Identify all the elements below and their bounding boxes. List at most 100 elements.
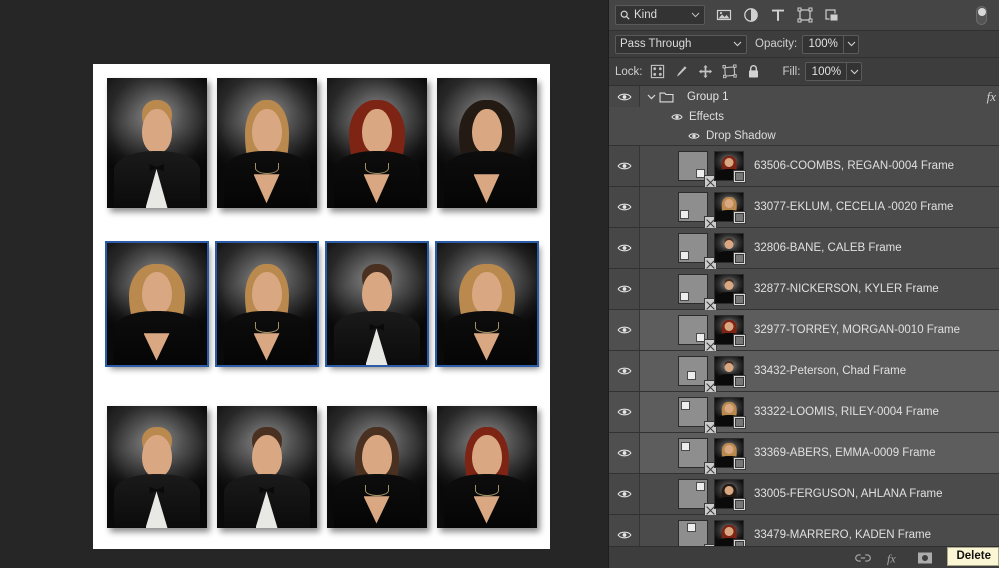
portrait-photo[interactable] [104, 241, 209, 367]
lock-image-icon[interactable] [674, 64, 689, 79]
layer-visibility-toggle[interactable] [609, 351, 640, 391]
layer-visibility-toggle[interactable] [609, 187, 640, 227]
frame-placeholder-thumbnail[interactable] [678, 356, 717, 393]
layer-visibility-toggle[interactable] [609, 146, 640, 186]
thumb-face [724, 444, 734, 455]
portrait-thumbnail[interactable] [714, 274, 746, 306]
lock-row: Lock: Fill: 100% [609, 58, 999, 86]
portrait-photo[interactable] [106, 78, 207, 208]
frame-placeholder-thumbnail[interactable] [678, 520, 717, 546]
eye-icon[interactable] [688, 132, 700, 140]
layer-name[interactable]: 33432-Peterson, Chad Frame [754, 365, 906, 377]
portrait-thumbnail[interactable] [714, 192, 746, 224]
document-page[interactable] [93, 64, 550, 549]
portrait-thumbnail[interactable] [714, 356, 746, 388]
layer-name[interactable]: 33005-FERGUSON, AHLANA Frame [754, 488, 943, 500]
frame-placeholder-thumbnail[interactable] [678, 438, 717, 475]
layer-visibility-toggle[interactable] [609, 392, 640, 432]
layer-name[interactable]: 63506-COOMBS, REGAN-0004 Frame [754, 160, 954, 172]
portrait-photo[interactable] [214, 241, 319, 367]
lock-all-icon[interactable] [746, 64, 761, 79]
layer-row[interactable]: 32806-BANE, CALEB Frame [609, 228, 999, 270]
layer-row[interactable]: 63506-COOMBS, REGAN-0004 Frame [609, 146, 999, 188]
layer-visibility-toggle[interactable] [609, 269, 640, 309]
portrait-photo[interactable] [106, 406, 207, 528]
canvas-area[interactable] [0, 0, 608, 568]
opacity-value[interactable]: 100% [803, 38, 843, 50]
layer-style-fx-icon[interactable]: fx [886, 551, 902, 565]
filter-enable-toggle[interactable] [976, 6, 987, 25]
portrait-photo[interactable] [434, 241, 539, 367]
layer-row[interactable]: 33322-LOOMIS, RILEY-0004 Frame [609, 392, 999, 434]
fill-value[interactable]: 100% [806, 66, 846, 78]
frame-placeholder-thumbnail[interactable] [678, 315, 717, 352]
filter-smart-object-icon[interactable] [824, 7, 840, 23]
layer-group-row[interactable]: Group 1 fx [609, 86, 999, 107]
frame-placeholder-thumbnail[interactable] [678, 479, 717, 516]
lock-artboard-icon[interactable] [721, 64, 737, 79]
filter-type-icon[interactable] [770, 7, 786, 23]
layer-row[interactable]: 33369-ABERS, EMMA-0009 Frame [609, 433, 999, 475]
opacity-stepper[interactable] [843, 35, 858, 53]
layer-name[interactable]: 32977-TORREY, MORGAN-0010 Frame [754, 324, 960, 336]
eye-icon [616, 285, 632, 293]
opacity-field[interactable]: 100% [802, 34, 860, 54]
layer-name[interactable]: 32806-BANE, CALEB Frame [754, 242, 902, 254]
layer-name[interactable]: 33479-MARRERO, KADEN Frame [754, 529, 931, 541]
layer-row[interactable]: 33479-MARRERO, KADEN Frame [609, 515, 999, 546]
portrait-photo[interactable] [326, 406, 427, 528]
filter-pixel-icon[interactable] [716, 7, 732, 23]
portrait-thumbnail[interactable] [714, 233, 746, 265]
portrait-photo[interactable] [436, 406, 537, 528]
portrait-thumbnail[interactable] [714, 151, 746, 183]
fill-field[interactable]: 100% [805, 62, 863, 81]
portrait-photo[interactable] [216, 406, 317, 528]
add-layer-mask-icon[interactable] [917, 551, 933, 565]
frame-placeholder-thumbnail[interactable] [678, 397, 717, 434]
lock-position-icon[interactable] [698, 64, 713, 79]
layer-row[interactable]: 32877-NICKERSON, KYLER Frame [609, 269, 999, 311]
eye-icon[interactable] [671, 113, 683, 121]
layer-row[interactable]: 32977-TORREY, MORGAN-0010 Frame [609, 310, 999, 352]
layer-visibility-toggle[interactable] [609, 433, 640, 473]
frame-placeholder-thumbnail[interactable] [678, 151, 717, 188]
portrait-thumbnail[interactable] [714, 479, 746, 511]
layer-name[interactable]: 32877-NICKERSON, KYLER Frame [754, 283, 939, 295]
filter-kind-select[interactable]: Kind [615, 5, 705, 25]
portrait-thumbnail[interactable] [714, 438, 746, 470]
layer-visibility-toggle[interactable] [609, 228, 640, 268]
photoshop-window: Kind Pass Through Opacity: 100% Lock: Fi… [0, 0, 999, 568]
effects-row[interactable]: Effects [609, 107, 999, 126]
blend-mode-select[interactable]: Pass Through [615, 34, 747, 54]
layer-name[interactable]: 33322-LOOMIS, RILEY-0004 Frame [754, 406, 939, 418]
frame-placeholder-thumbnail[interactable] [678, 233, 717, 270]
layer-name[interactable]: 33369-ABERS, EMMA-0009 Frame [754, 447, 936, 459]
portrait-photo[interactable] [436, 78, 537, 208]
effect-drop-shadow-row[interactable]: Drop Shadow [609, 126, 999, 145]
filter-shape-icon[interactable] [797, 7, 813, 23]
frame-placeholder-thumbnail[interactable] [678, 192, 717, 229]
portrait-thumbnail[interactable] [714, 315, 746, 347]
lock-transparency-icon[interactable] [650, 64, 665, 79]
layer-row[interactable]: 33005-FERGUSON, AHLANA Frame [609, 474, 999, 516]
layer-name[interactable]: 33077-EKLUM, CECELIA -0020 Frame [754, 201, 953, 213]
frame-placeholder-thumbnail[interactable] [678, 274, 717, 311]
layer-list[interactable]: Group 1 fx Effects Drop Shadow 63506-COO… [609, 86, 999, 546]
filter-adjustment-icon[interactable] [743, 7, 759, 23]
layer-visibility-toggle[interactable] [609, 474, 640, 514]
layer-visibility-toggle[interactable] [609, 310, 640, 350]
group-disclosure-chevron[interactable] [646, 92, 656, 102]
layer-row[interactable]: 33077-EKLUM, CECELIA -0020 Frame [609, 187, 999, 229]
link-layers-icon[interactable] [855, 551, 871, 565]
portrait-thumbnail[interactable] [714, 397, 746, 429]
portrait-photo[interactable] [324, 241, 429, 367]
portrait-photo[interactable] [216, 78, 317, 208]
portrait-thumbnail[interactable] [714, 520, 746, 546]
fill-stepper[interactable] [846, 63, 861, 80]
eye-icon [616, 408, 632, 416]
group-fx-indicator[interactable]: fx [987, 89, 996, 105]
layer-row[interactable]: 33432-Peterson, Chad Frame [609, 351, 999, 393]
group-visibility-toggle[interactable] [609, 86, 640, 107]
portrait-photo[interactable] [326, 78, 427, 208]
layer-visibility-toggle[interactable] [609, 515, 640, 546]
